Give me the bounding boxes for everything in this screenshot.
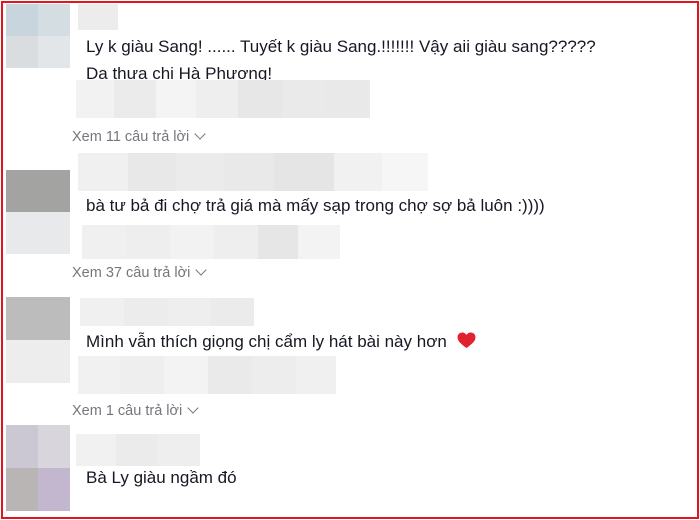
blurred-comment-meta <box>76 80 370 118</box>
blurred-avatar[interactable] <box>6 170 70 254</box>
comment-text: Mình vẫn thích giọng chị cẩm ly hát bài … <box>86 328 476 355</box>
blurred-avatar[interactable] <box>6 425 70 511</box>
view-replies-button[interactable]: Xem 1 câu trả lời <box>72 402 199 419</box>
chevron-down-icon <box>187 402 199 414</box>
blurred-avatar[interactable] <box>6 4 70 68</box>
heart-icon <box>457 332 476 349</box>
blurred-username[interactable] <box>78 153 428 191</box>
blurred-comment-meta <box>78 356 336 394</box>
blurred-avatar[interactable] <box>6 297 70 383</box>
chevron-down-icon <box>195 264 207 276</box>
comment-text: Ly k giàu Sang! ...... Tuyết k giàu Sang… <box>86 37 596 83</box>
blurred-username[interactable] <box>80 298 254 326</box>
blurred-username[interactable] <box>76 434 200 466</box>
blurred-username[interactable] <box>78 4 118 30</box>
view-replies-button[interactable]: Xem 37 câu trả lời <box>72 264 207 281</box>
comment-text: bà tư bả đi chợ trả giá mà mấy sạp trong… <box>86 196 545 215</box>
blurred-comment-meta <box>82 225 340 259</box>
chevron-down-icon <box>194 128 206 140</box>
view-replies-button[interactable]: Xem 11 câu trả lời <box>72 128 206 145</box>
comment-text: Bà Ly giàu ngầm đó <box>86 468 237 487</box>
